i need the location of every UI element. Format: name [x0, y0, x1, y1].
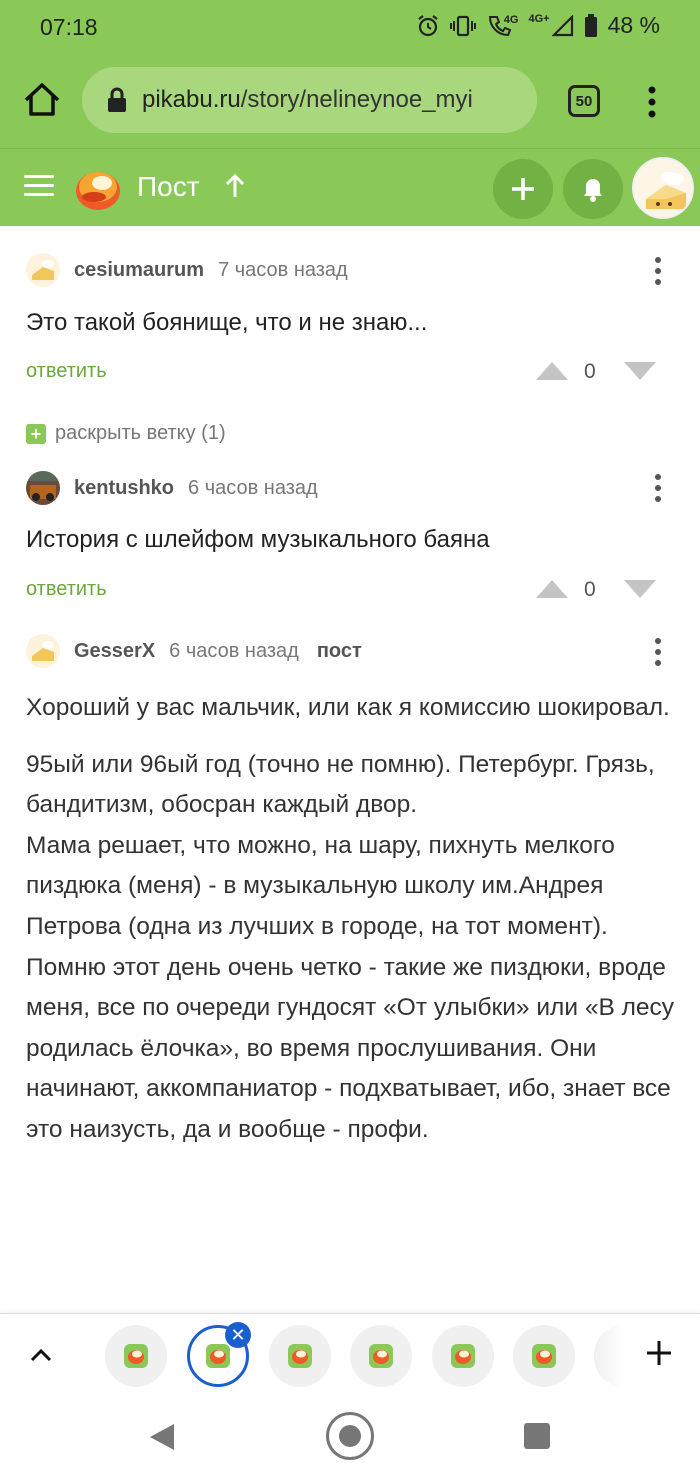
tab-thumbnail[interactable]	[350, 1325, 412, 1387]
tab-strip: ✕	[0, 1313, 700, 1397]
vote-count: 0	[584, 360, 596, 383]
arrow-up-icon[interactable]	[224, 173, 246, 199]
signal-icon: 4G+	[528, 12, 573, 37]
kebab-icon[interactable]	[652, 636, 664, 668]
vibrate-icon	[449, 14, 476, 38]
url-path: /story/nelineynoe_myi	[240, 86, 473, 113]
reply-link[interactable]: ответить	[26, 578, 107, 601]
alarm-icon	[416, 14, 440, 38]
status-icons: 4G 4G+ 48 %	[416, 12, 660, 39]
home-circle-icon[interactable]	[326, 1412, 374, 1460]
browser-menu-icon[interactable]	[640, 82, 664, 122]
plus-icon	[512, 178, 534, 200]
reply-link[interactable]: ответить	[26, 360, 107, 383]
comment-author[interactable]: cesiumaurum	[74, 259, 204, 282]
lock-icon	[108, 87, 126, 112]
comment-text: История с шлейфом музыкального баяна	[26, 526, 490, 553]
post-paragraph: Хороший у вас мальчик, или как я комисси…	[26, 694, 670, 721]
vote-up-icon[interactable]	[536, 362, 568, 380]
avatar[interactable]	[26, 634, 60, 668]
post-paragraph: Помню этот день очень четко - такие же п…	[26, 953, 675, 1143]
chevron-up-icon[interactable]	[28, 1344, 54, 1364]
home-icon[interactable]	[20, 78, 64, 122]
tab-thumbnail-partial[interactable]	[594, 1325, 624, 1387]
vote-down-icon[interactable]	[624, 580, 656, 598]
comment-header: GesserX 6 часов назад пост	[26, 634, 362, 668]
status-bar: 07:18 4G 4G+ 48 %	[0, 0, 700, 56]
user-avatar[interactable]	[632, 157, 694, 219]
comment-time: 6 часов назад	[169, 639, 299, 662]
expand-branch-label: раскрыть ветку (1)	[55, 422, 226, 444]
new-tab-icon[interactable]	[644, 1338, 674, 1368]
page-title: Пост	[137, 171, 200, 202]
url-domain: pikabu.ru	[142, 86, 241, 113]
network-label: 4G	[503, 13, 519, 26]
vote-up-icon[interactable]	[536, 580, 568, 598]
address-bar[interactable]: pikabu.ru/story/nelineynoe_myi	[82, 67, 537, 133]
url-text: pikabu.ru/story/nelineynoe_myi	[142, 86, 522, 114]
comment-time: 6 часов назад	[188, 476, 318, 499]
bell-icon	[584, 179, 602, 202]
add-post-button[interactable]	[493, 159, 553, 219]
close-icon[interactable]: ✕	[225, 1322, 251, 1348]
battery-percent: 48 %	[607, 12, 660, 38]
notifications-button[interactable]	[563, 159, 623, 219]
kebab-icon[interactable]	[652, 255, 664, 287]
vote-down-icon[interactable]	[624, 362, 656, 380]
system-nav-bar	[0, 1398, 700, 1478]
tab-thumbnail[interactable]	[105, 1325, 167, 1387]
pikabu-logo[interactable]	[74, 165, 122, 211]
menu-icon[interactable]	[24, 175, 54, 199]
comment-header: cesiumaurum 7 часов назад	[26, 253, 366, 287]
tab-thumbnail[interactable]	[432, 1325, 494, 1387]
avatar[interactable]	[26, 253, 60, 287]
comment-time: 7 часов назад	[218, 258, 348, 281]
browser-toolbar: pikabu.ru/story/nelineynoe_myi 50	[0, 56, 700, 148]
network-label-2: 4G+	[528, 12, 550, 25]
post-body: Хороший у вас мальчик, или как я комисси…	[26, 688, 676, 1167]
avatar[interactable]	[26, 471, 60, 505]
site-header: Пост	[0, 148, 700, 226]
comment-text: Это такой боянище, что и не знаю...	[26, 309, 428, 336]
post-paragraph: Мама решает, что можно, на шару, пихнуть…	[26, 831, 615, 940]
vote-controls: 0	[536, 358, 676, 388]
post-tag[interactable]: пост	[317, 640, 362, 663]
tab-thumbnail[interactable]	[513, 1325, 575, 1387]
vote-count: 0	[584, 578, 596, 601]
call-4g-icon: 4G	[486, 13, 519, 39]
tabs-count-button[interactable]: 50	[568, 85, 600, 117]
back-icon[interactable]	[148, 1422, 176, 1452]
recents-icon[interactable]	[524, 1423, 550, 1449]
post-paragraph: 95ый или 96ый год (точно не помню). Пете…	[26, 750, 655, 819]
expand-branch-link[interactable]: + раскрыть ветку (1)	[26, 422, 226, 445]
tab-thumbnail[interactable]	[269, 1325, 331, 1387]
comment-author[interactable]: GesserX	[74, 640, 155, 663]
kebab-icon[interactable]	[652, 472, 664, 504]
status-time: 07:18	[40, 14, 98, 40]
comment-header: kentushko 6 часов назад	[26, 471, 336, 505]
vote-controls: 0	[536, 576, 676, 606]
comment-author[interactable]: kentushko	[74, 477, 174, 500]
plus-box-icon: +	[26, 423, 46, 444]
battery-icon	[584, 13, 598, 38]
